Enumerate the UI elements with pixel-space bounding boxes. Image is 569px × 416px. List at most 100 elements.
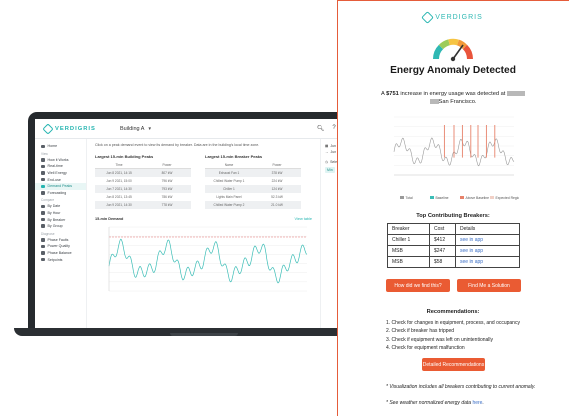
summary-prefix: A: [381, 91, 385, 97]
see-in-app-link[interactable]: see in app: [455, 234, 520, 246]
logo-icon: [42, 122, 54, 135]
laptop-notch: [170, 333, 238, 336]
table-row: Chiller 1 $412 see in app: [387, 234, 520, 246]
sidebar-item-icon: [41, 224, 45, 228]
table-cell: 124 kW: [271, 187, 283, 191]
cost-cell: $58: [429, 256, 456, 268]
anomaly-email: VERDIGRIS Energy Anomaly Detected A $751…: [337, 0, 569, 416]
table-row[interactable]: Jun 7 2021, 14:30 793 kW: [95, 185, 191, 193]
sidebar-item[interactable]: Setpoints: [35, 256, 86, 263]
sidebar-item-icon: [41, 164, 45, 169]
table-row[interactable]: Chiller 1 124 kW: [205, 185, 301, 193]
sidebar-item[interactable]: Demand Peaks: [35, 182, 86, 190]
table-row[interactable]: Jun 8 2021, 13:45 786 kW: [95, 193, 191, 201]
table-row[interactable]: Chilled Water Pump 2 21.0 kW: [205, 201, 301, 209]
summary-text: increase in energy usage was detected at: [400, 91, 506, 97]
sidebar-item-icon: [41, 177, 45, 182]
sidebar-item[interactable]: Phase Faults: [35, 237, 86, 244]
sidebar-item-icon: [41, 184, 45, 189]
table-row[interactable]: Jun 9 2021, 15:00 796 kW: [95, 177, 191, 185]
table-row: MSB $58 see in app: [387, 256, 520, 268]
table-row[interactable]: Lights Main Panel 52.3 kW: [205, 193, 301, 201]
col-cost: Cost: [429, 223, 456, 235]
detailed-recommendations-button[interactable]: Detailed Recommendations: [422, 358, 485, 371]
col-power: Power: [272, 163, 282, 167]
legend-swatch: [490, 196, 494, 199]
demand-chart[interactable]: [95, 223, 312, 301]
breaker-peaks-title: Largest 15-min Breaker Peaks: [205, 154, 263, 159]
sidebar-item[interactable]: Real-time: [35, 163, 86, 170]
see-in-app-link[interactable]: see in app: [455, 256, 520, 268]
see-in-app-link[interactable]: see in app: [455, 245, 520, 257]
table-row[interactable]: Jun 9 2021, 14:30 778 kW: [95, 201, 191, 209]
sidebar-item[interactable]: Power Quality: [35, 243, 86, 250]
sidebar-section-label: Diagnose: [35, 230, 86, 237]
email-logo: VERDIGRIS: [338, 11, 568, 24]
footnote-weather-text: * See weather normalized energy data: [386, 400, 472, 406]
sidebar-section-label: Compare: [35, 196, 86, 203]
sidebar-item[interactable]: Home: [35, 143, 86, 150]
how-did-we-find-button[interactable]: How did we find this?: [386, 279, 450, 292]
sidebar-item-label: Real-time: [47, 164, 63, 169]
sidebar-item-label: Phase Balance: [47, 251, 72, 256]
cost-cell: $247: [429, 245, 456, 257]
table-cell: 52.3 kW: [271, 195, 283, 199]
sidebar-item[interactable]: By Hour: [35, 210, 86, 217]
chevron-down-icon: ▼: [147, 126, 152, 131]
interval-tab[interactable]: Min: [325, 167, 335, 173]
search-icon[interactable]: 🔍︎: [317, 125, 325, 132]
sidebar-item[interactable]: By Group: [35, 223, 86, 230]
sidebar-item[interactable]: Forecasting: [35, 190, 86, 197]
weather-data-link[interactable]: here: [472, 400, 482, 406]
brand-name: VERDIGRIS: [55, 125, 96, 132]
sidebar-item[interactable]: Well Energy: [35, 170, 86, 177]
sidebar-item-icon: [41, 244, 45, 249]
table-cell: 796 kW: [161, 179, 173, 183]
table-cell: 786 kW: [161, 195, 173, 199]
recommendations-list: 1. Check for changes in equipment, proce…: [386, 319, 520, 353]
help-icon[interactable]: ?: [332, 125, 335, 132]
sidebar-item-label: End-use: [47, 177, 61, 182]
table-header: Time Power: [95, 162, 191, 169]
table-cell: Chilled Water Pump 1: [213, 179, 245, 183]
building-select[interactable]: Building A ▼: [115, 123, 157, 135]
sidebar-item-label: Home: [47, 144, 58, 149]
anomaly-amount: $751: [386, 91, 399, 97]
col-name: Name: [224, 163, 234, 167]
sidebar: Home View How it Works Real-time Well Energy…: [35, 139, 87, 328]
table-cell: Chiller 1: [223, 187, 235, 191]
table-row: MSB $247 see in app: [387, 245, 520, 257]
recommendation-item: 2. Check if breaker has tripped: [386, 328, 455, 335]
view-table-link[interactable]: View table: [295, 217, 312, 221]
legend-swatch: [460, 196, 464, 199]
clock-icon: ◷: [325, 160, 329, 164]
legend-label: Baseline: [436, 196, 449, 200]
intro-text: Click on a peak demand event to view its…: [95, 143, 260, 147]
table-row[interactable]: Chilled Water Pump 1 224 kW: [205, 177, 301, 185]
sidebar-item-label: Compare: [41, 198, 55, 203]
sidebar-item[interactable]: End-use: [35, 176, 86, 183]
table-row[interactable]: Exhaust Fan 1 378 kW: [205, 169, 301, 177]
table-cell: Chilled Water Pump 2: [213, 203, 245, 207]
find-solution-button[interactable]: Find Me a Solution: [457, 279, 521, 292]
col-breaker: Breaker: [387, 223, 430, 235]
app-logo[interactable]: VERDIGRIS: [35, 122, 115, 135]
sidebar-item-label: Setpoints: [47, 257, 63, 262]
recommendations-heading: Recommendations:: [426, 309, 480, 315]
table-cell: 807 kW: [161, 171, 173, 175]
email-title: Energy Anomaly Detected: [390, 65, 516, 76]
sidebar-item-label: Forecasting: [47, 190, 67, 195]
table-cell: Exhaust Fan 1: [218, 171, 240, 175]
sidebar-item[interactable]: How it Works: [35, 157, 86, 164]
sidebar-item-label: By Date: [47, 204, 61, 209]
table-row[interactable]: Jun 8 2021, 14:15 807 kW: [95, 169, 191, 177]
table-cell: Jun 8 2021, 14:15: [106, 171, 132, 175]
breaker-cell: Chiller 1: [387, 234, 430, 246]
sidebar-item[interactable]: By Breaker: [35, 216, 86, 223]
recommendation-item: 1. Check for changes in equipment, proce…: [386, 320, 520, 326]
sidebar-item[interactable]: Phase Balance: [35, 250, 86, 257]
sidebar-item[interactable]: By Date: [35, 203, 86, 210]
sidebar-item-icon: [41, 171, 45, 175]
sidebar-item-icon: [41, 257, 45, 262]
demand-chart-section: 15-min Demand View table: [95, 217, 312, 306]
